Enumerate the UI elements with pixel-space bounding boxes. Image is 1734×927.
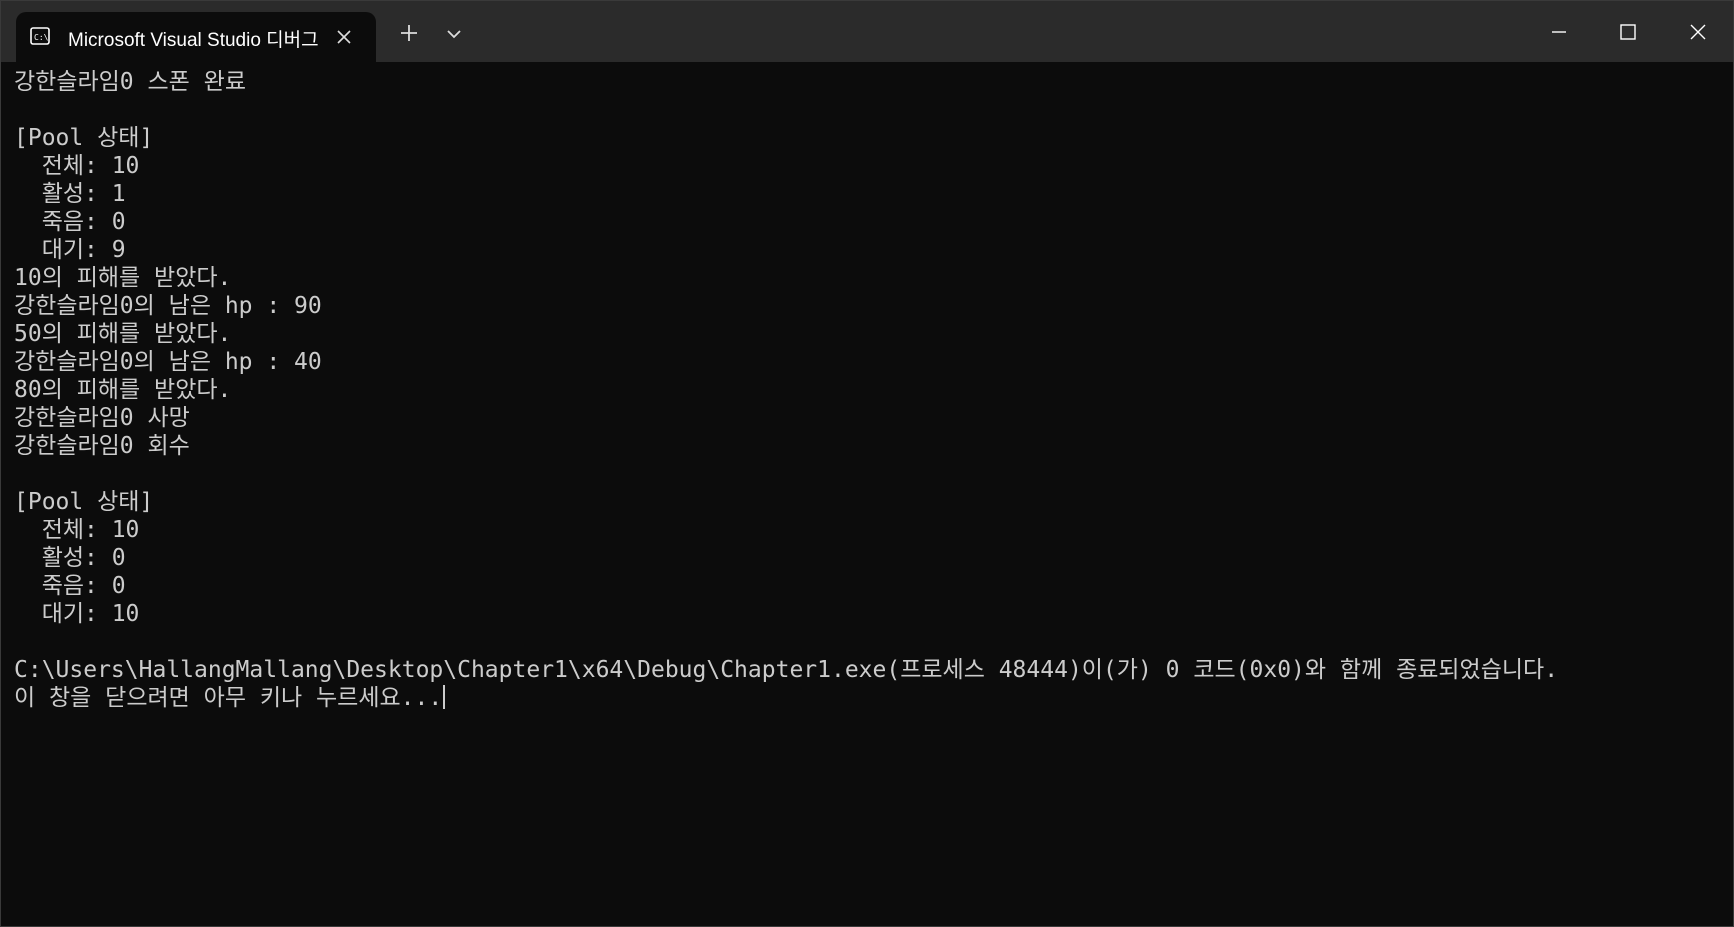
terminal-window: C:\ Microsoft Visual Studio 디버그 강한슬라임0 스… <box>0 0 1734 927</box>
minimize-button[interactable] <box>1541 14 1577 50</box>
console-line: 강한슬라임0 사망 <box>14 405 190 431</box>
text-cursor <box>443 685 446 709</box>
console-line: 대기: 10 <box>14 601 140 627</box>
console-line: 이 창을 닫으려면 아무 키나 누르세요... <box>14 684 1558 712</box>
console-icon: C:\ <box>30 27 50 45</box>
console-line: 10의 피해를 받았다. <box>14 265 232 291</box>
console-line: 강한슬라임0의 남은 hp : 90 <box>14 293 322 319</box>
tab-debug-console[interactable]: C:\ Microsoft Visual Studio 디버그 <box>16 12 376 62</box>
console-output[interactable]: 강한슬라임0 스폰 완료 [Pool 상태] 전체: 10 활성: 1 죽음: 0… <box>0 62 1734 927</box>
console-line: C:\Users\HallangMallang\Desktop\Chapter1… <box>14 657 1559 683</box>
new-tab-button[interactable] <box>396 20 422 46</box>
console-line: [Pool 상태] <box>14 489 154 515</box>
chevron-down-icon[interactable] <box>442 22 466 46</box>
tab-close-icon[interactable] <box>334 27 354 47</box>
console-line: 강한슬라임0의 남은 hp : 40 <box>14 349 322 375</box>
svg-text:C:\: C:\ <box>34 33 49 42</box>
maximize-button[interactable] <box>1610 14 1646 50</box>
console-line: 전체: 10 <box>14 517 140 543</box>
console-line: 대기: 9 <box>14 237 126 263</box>
console-line: 죽음: 0 <box>14 573 126 599</box>
title-bar[interactable]: C:\ Microsoft Visual Studio 디버그 <box>0 0 1734 62</box>
console-line: 전체: 10 <box>14 153 140 179</box>
close-button[interactable] <box>1680 14 1716 50</box>
console-line: 죽음: 0 <box>14 209 126 235</box>
console-line: 활성: 0 <box>14 545 126 571</box>
console-line: 50의 피해를 받았다. <box>14 321 232 347</box>
console-lines: 강한슬라임0 스폰 완료 [Pool 상태] 전체: 10 활성: 1 죽음: 0… <box>14 68 1558 712</box>
tab-title: Microsoft Visual Studio 디버그 <box>68 30 319 51</box>
console-line: 강한슬라임0 회수 <box>14 433 190 459</box>
console-line: [Pool 상태] <box>14 125 154 151</box>
console-line: 활성: 1 <box>14 181 126 207</box>
console-line: 강한슬라임0 스폰 완료 <box>14 69 246 95</box>
console-line: 80의 피해를 받았다. <box>14 377 232 403</box>
